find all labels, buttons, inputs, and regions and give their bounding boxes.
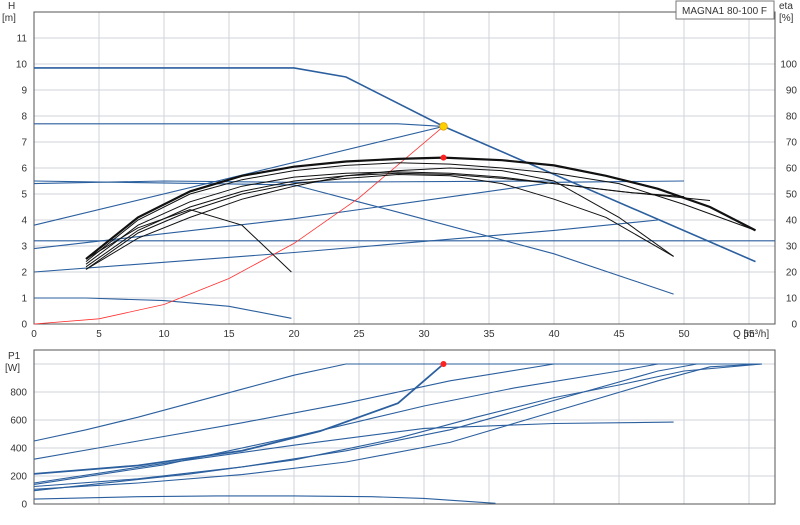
- eta-tick-label: 10: [786, 294, 798, 305]
- head-tick-label: 4: [21, 216, 27, 227]
- head-tick-label: 5: [21, 190, 27, 201]
- eta-tick-label: 40: [786, 216, 798, 227]
- head-tick-label: 11: [17, 34, 28, 45]
- flow-tick-label: 30: [418, 329, 430, 340]
- eta-tick-label: 50: [786, 190, 798, 201]
- head-tick-label: 6: [21, 164, 27, 175]
- flow-tick-label: 20: [288, 329, 300, 340]
- power-tick-label: 800: [10, 388, 27, 399]
- duty-point: [439, 122, 448, 131]
- product-tag: MAGNA1 80-100 F: [682, 6, 767, 17]
- eta-tick-label: 70: [786, 138, 798, 149]
- head-tick-label: 3: [21, 242, 27, 253]
- flow-tick-label: 25: [353, 329, 365, 340]
- flow-tick-label: 15: [223, 329, 235, 340]
- flow-tick-label: 50: [678, 329, 690, 340]
- power-axis-unit: [W]: [5, 363, 20, 374]
- flow-tick-label: 45: [613, 329, 625, 340]
- head-axis-unit: [m]: [2, 13, 16, 24]
- chart-canvas: 0 5 10 15 20 25 30 35 40 45 50 55012345678910110102…: [0, 0, 800, 520]
- flow-axis-label: Q [m³/h]: [733, 329, 769, 340]
- pump-performance-chart: 0 5 10 15 20 25 30 35 40 45 50 55 0 1 2 3 4 5 6 7 8 9 10 11 0 10 2…: [0, 0, 800, 520]
- eta-tick-label: 30: [786, 242, 798, 253]
- power-tick-label: 200: [10, 472, 27, 483]
- head-tick-label: 7: [21, 138, 27, 149]
- head-tick-label: 2: [21, 268, 27, 279]
- eta-tick-label: 80: [786, 112, 798, 123]
- flow-tick-label: 10: [158, 329, 170, 340]
- flow-tick-label: 40: [548, 329, 560, 340]
- eta-axis-title: eta: [779, 1, 793, 12]
- power-axis-title: P1: [8, 351, 21, 362]
- eta-tick-label: 20: [786, 268, 798, 279]
- eta-tick-label: 0: [791, 320, 797, 331]
- head-axis-title: H: [8, 1, 15, 12]
- eta-axis-unit: [%]: [779, 13, 794, 24]
- head-tick-label: 9: [21, 86, 27, 97]
- head-tick-label: 10: [16, 60, 28, 71]
- flow-tick-label: 0: [31, 329, 37, 340]
- power-tick-label: 600: [10, 416, 27, 427]
- power-tick-label: 400: [10, 444, 27, 455]
- eta-tick-label: 60: [786, 164, 798, 175]
- head-tick-label: 0: [21, 320, 27, 331]
- eta-tick-label: 90: [786, 86, 798, 97]
- chart-background: [0, 0, 800, 520]
- power-duty-point: [440, 361, 447, 367]
- duty-efficiency-point: [440, 154, 447, 161]
- head-tick-label: 8: [21, 112, 27, 123]
- flow-tick-label: 35: [483, 329, 495, 340]
- flow-tick-label: 5: [96, 329, 102, 340]
- head-tick-label: 1: [21, 294, 27, 305]
- power-tick-label: 0: [21, 500, 27, 511]
- eta-tick-label: 100: [780, 60, 797, 71]
